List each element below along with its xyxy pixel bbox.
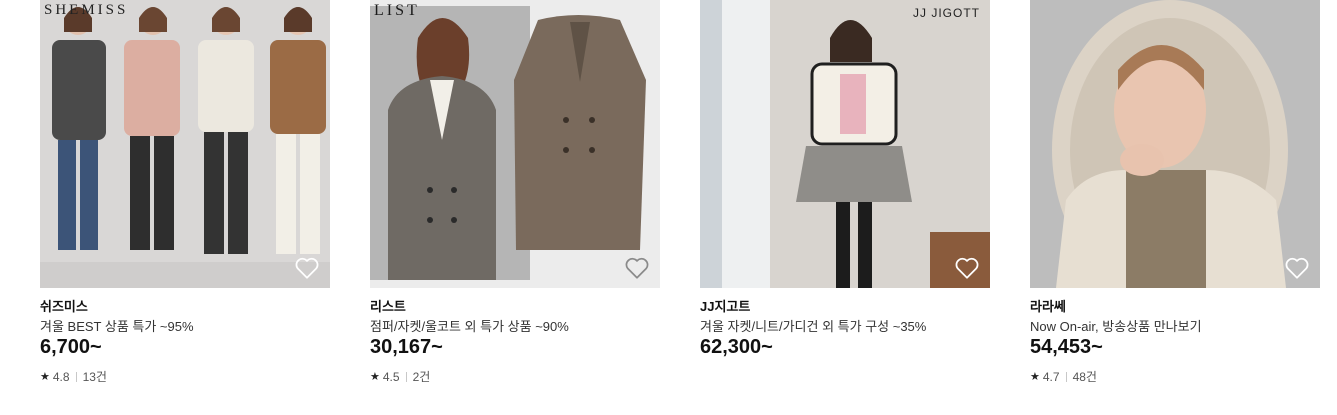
heart-outline-icon[interactable] [1284,256,1310,280]
heart-outline-icon[interactable] [954,256,980,280]
review-count: 48건 [1072,370,1097,384]
review-count: 13건 [82,370,107,384]
product-price: 62,300~ [700,336,773,358]
product-description[interactable]: 겨울 BEST 상품 특가 ~95% [40,316,194,335]
divider [75,371,77,382]
product-brand[interactable]: 쉬즈미스 [40,296,88,315]
product-card[interactable]: 라라쎄 Now On-air, 방송상품 만나보기 54,453~ ★ 4.7 … [1030,0,1320,384]
product-card[interactable]: SHEMISS 쉬즈미스 겨울 BEST 상품 특가 ~95% 6,700~ ★… [40,0,330,384]
product-image[interactable]: SHEMISS [40,0,330,288]
brand-watermark: SHEMISS [44,2,129,18]
product-description[interactable]: 점퍼/자켓/울코트 외 특가 상품 ~90% [370,316,569,335]
star-icon: ★ [370,371,380,383]
product-rating: ★ 4.7 48건 [1030,368,1097,385]
product-brand[interactable]: 라라쎄 [1030,296,1066,315]
product-rating: ★ 4.8 13건 [40,368,107,385]
product-description[interactable]: Now On-air, 방송상품 만나보기 [1030,316,1202,335]
heart-outline-icon[interactable] [294,256,320,280]
product-photo [370,0,660,288]
product-price: 30,167~ [370,336,443,358]
rating-value: 4.7 [1042,369,1060,384]
divider [405,371,407,382]
product-image[interactable]: LIST [370,0,660,288]
star-icon: ★ [1030,371,1040,383]
divider [1065,371,1067,382]
review-count: 2건 [412,370,431,384]
rating-value: 4.8 [52,369,70,384]
product-brand[interactable]: JJ지고트 [700,296,750,315]
product-price: 6,700~ [40,336,102,358]
product-rating: ★ 4.5 2건 [370,368,430,385]
product-card[interactable]: JJ JIGOTT JJ지고트 겨울 자켓/니트/가디건 외 특가 구성 ~35… [700,0,990,358]
product-photo [1030,0,1320,288]
brand-watermark: JJ JIGOTT [913,6,980,20]
product-photo [40,0,330,288]
product-image[interactable]: JJ JIGOTT [700,0,990,288]
brand-watermark: LIST [374,2,420,19]
product-price: 54,453~ [1030,336,1103,358]
product-image[interactable] [1030,0,1320,288]
product-card[interactable]: LIST 리스트 점퍼/자켓/울코트 외 특가 상품 ~90% 30,167~ … [370,0,660,384]
product-brand[interactable]: 리스트 [370,296,406,315]
star-icon: ★ [40,371,50,383]
heart-outline-icon[interactable] [624,256,650,280]
rating-value: 4.5 [382,369,400,384]
product-description[interactable]: 겨울 자켓/니트/가디건 외 특가 구성 ~35% [700,316,926,335]
product-photo [700,0,990,288]
